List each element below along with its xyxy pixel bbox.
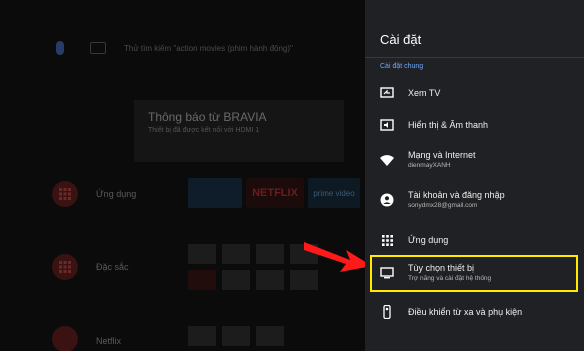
item-label: Tài khoản và đăng nhập <box>408 190 505 200</box>
featured-thumbnail[interactable] <box>188 270 216 290</box>
row-label-netflix: Netflix <box>96 336 122 346</box>
notification-subtitle: Thiết bị đã được kết nối với HDMI 1 <box>148 127 260 134</box>
settings-item-display-sound[interactable]: Hiển thị & Âm thanh <box>365 118 584 132</box>
notification-title: Thông báo từ BRAVIA <box>148 110 267 124</box>
settings-item-network[interactable]: Mạng và Internet dienmayXANH <box>365 150 584 169</box>
section-header: Cài đặt chung <box>380 63 424 70</box>
notification-card[interactable]: Thông báo từ BRAVIA Thiết bị đã được kết… <box>134 100 344 162</box>
keyboard-icon[interactable] <box>90 42 106 54</box>
wifi-icon <box>380 153 394 167</box>
search-hint[interactable]: Thử tìm kiếm "action movies (phim hành đ… <box>124 44 293 53</box>
pointer-arrow-icon <box>304 242 372 272</box>
prime-video-app-tile[interactable]: prime video <box>308 178 360 208</box>
apps-grid-icon <box>59 188 71 200</box>
tv-app-tile[interactable] <box>188 178 242 208</box>
featured-thumbnail[interactable] <box>188 244 216 264</box>
settings-title: Cài đặt <box>380 32 422 47</box>
item-label: Mạng và Internet <box>408 150 476 160</box>
search-row: Thử tìm kiếm "action movies (phim hành đ… <box>56 41 293 55</box>
display-sound-icon <box>380 118 394 132</box>
settings-item-account[interactable]: Tài khoản và đăng nhập sonydmx28@gmail.c… <box>365 190 584 209</box>
settings-panel: Cài đặt Cài đặt chung Xem TV Hiển thị & … <box>365 0 584 351</box>
featured-thumbnail[interactable] <box>222 270 250 290</box>
featured-thumbnail[interactable] <box>256 244 284 264</box>
item-sublabel: sonydmx28@gmail.com <box>408 202 478 209</box>
netflix-thumbnail[interactable] <box>188 326 216 346</box>
netflix-thumbnail[interactable] <box>222 326 250 346</box>
home-screen-background: Thử tìm kiếm "action movies (phim hành đ… <box>0 0 365 351</box>
divider <box>365 57 584 58</box>
account-icon <box>380 193 394 207</box>
item-label: Xem TV <box>408 88 441 98</box>
featured-thumbnail[interactable] <box>222 244 250 264</box>
apps-grid-icon <box>380 233 394 247</box>
settings-item-remote-accessories[interactable]: Điều khiển từ xa và phụ kiện <box>365 305 584 319</box>
item-label: Hiển thị & Âm thanh <box>408 120 489 130</box>
netflix-row-icon[interactable] <box>52 326 78 351</box>
tv-input-icon <box>380 86 394 100</box>
item-sublabel: dienmayXANH <box>408 162 451 169</box>
highlight-box <box>370 255 578 292</box>
netflix-thumbnail[interactable] <box>256 326 284 346</box>
row-label-featured: Đặc sắc <box>96 262 129 272</box>
row-label-apps: Ứng dụng <box>96 189 137 199</box>
item-label: Ứng dụng <box>408 235 449 245</box>
featured-row-icon[interactable] <box>52 254 78 280</box>
settings-item-watch-tv[interactable]: Xem TV <box>365 86 584 100</box>
settings-item-apps[interactable]: Ứng dụng <box>365 233 584 247</box>
item-label: Điều khiển từ xa và phụ kiện <box>408 307 523 317</box>
featured-thumbnail[interactable] <box>256 270 284 290</box>
netflix-app-tile[interactable]: NETFLIX <box>246 178 304 208</box>
remote-icon <box>380 305 394 319</box>
apps-row-icon[interactable] <box>52 181 78 207</box>
microphone-icon[interactable] <box>56 41 64 55</box>
